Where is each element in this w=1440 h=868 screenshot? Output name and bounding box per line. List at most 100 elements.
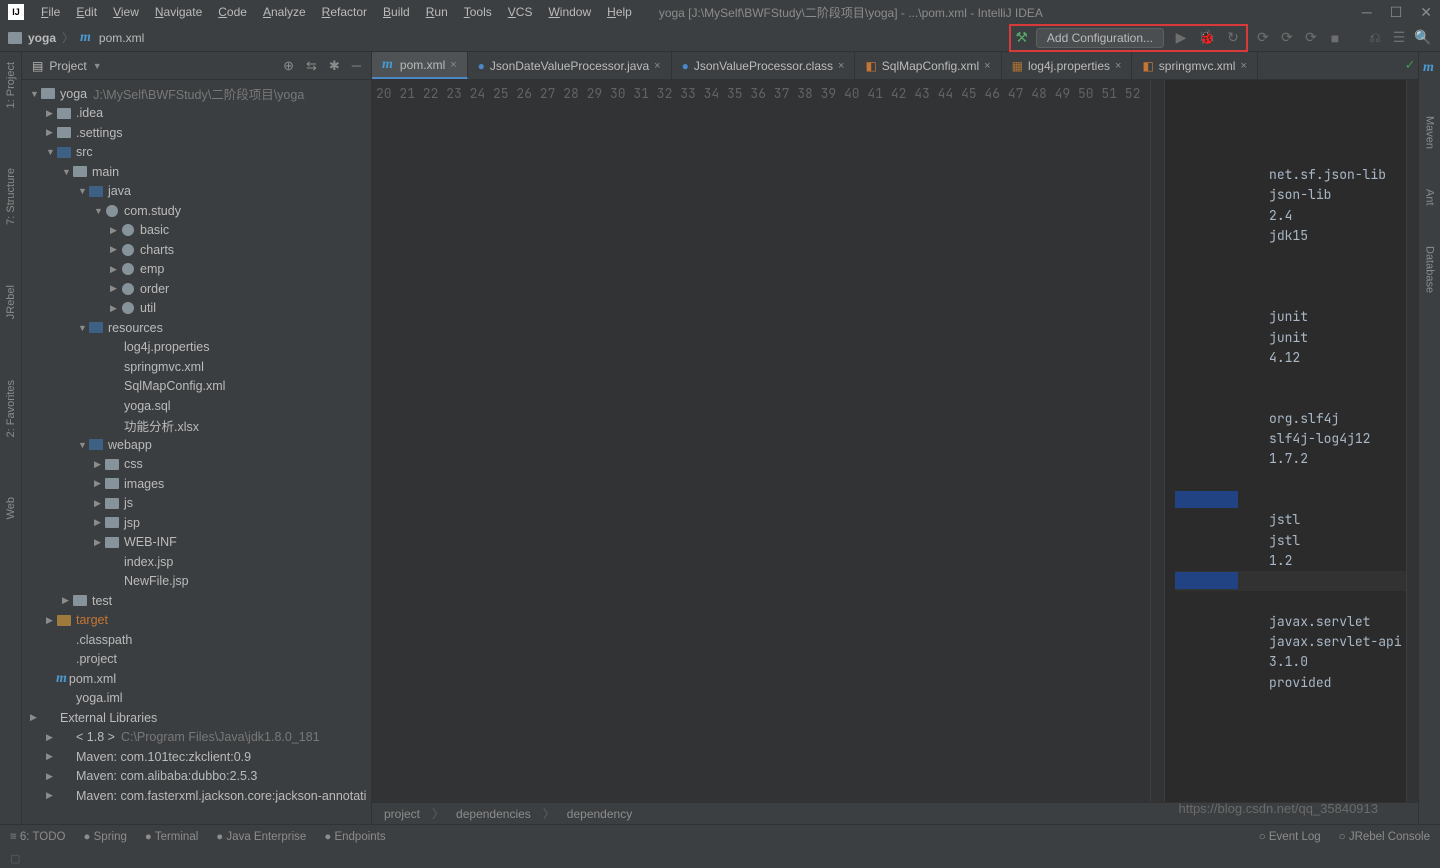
tree-item[interactable]: ▶.idea	[22, 104, 371, 124]
structure-tool-button[interactable]: 7: Structure	[5, 168, 17, 225]
tree-item[interactable]: index.jsp	[22, 552, 371, 572]
editor-tab[interactable]: ●JsonDateValueProcessor.java×	[468, 52, 672, 79]
tree-item[interactable]: ▶images	[22, 474, 371, 494]
tree-item[interactable]: ▶util	[22, 299, 371, 319]
tree-item[interactable]: ▼java	[22, 182, 371, 202]
project-view-icon[interactable]: ▤	[32, 59, 43, 73]
tree-item[interactable]: .classpath	[22, 630, 371, 650]
breadcrumb-file[interactable]: pom.xml	[99, 31, 144, 45]
tree-item[interactable]: .project	[22, 650, 371, 670]
tool-endpoints[interactable]: ● Endpoints	[324, 831, 385, 843]
tool-java enterprise[interactable]: ● Java Enterprise	[216, 831, 306, 843]
ant-tool-button[interactable]: Ant	[1424, 189, 1436, 206]
menu-build[interactable]: Build	[376, 3, 417, 21]
run-icon[interactable]: ▶	[1172, 29, 1190, 46]
code-editor[interactable]: 20 21 22 23 24 25 26 27 28 29 30 31 32 3…	[372, 80, 1418, 802]
status-event log[interactable]: ○ Event Log	[1259, 831, 1321, 843]
hide-icon[interactable]: ─	[352, 58, 361, 74]
settings-icon[interactable]: ✱	[329, 58, 340, 74]
tree-item[interactable]: SqlMapConfig.xml	[22, 377, 371, 397]
menu-refactor[interactable]: Refactor	[315, 3, 374, 21]
tree-item[interactable]: ▶order	[22, 279, 371, 299]
menu-view[interactable]: View	[106, 3, 146, 21]
menu-navigate[interactable]: Navigate	[148, 3, 209, 21]
tree-item[interactable]: ▶Maven: com.fasterxml.jackson.core:jacks…	[22, 786, 371, 806]
favorites-tool-button[interactable]: 2: Favorites	[5, 380, 17, 437]
editor-tab[interactable]: ●JsonValueProcessor.class×	[672, 52, 856, 79]
code-content[interactable]: net.sf.json-lib json-lib 2.4 jdk15 junit…	[1165, 80, 1406, 802]
close-tab-icon[interactable]: ×	[1240, 60, 1246, 72]
close-tab-icon[interactable]: ×	[838, 60, 844, 72]
project-tool-button[interactable]: 1: Project	[5, 62, 17, 108]
menu-edit[interactable]: Edit	[69, 3, 104, 21]
tree-item[interactable]: ▶css	[22, 455, 371, 475]
status-jrebel console[interactable]: ○ JRebel Console	[1339, 831, 1430, 843]
breadcrumb[interactable]: yoga 〉 m pom.xml	[8, 29, 144, 46]
crumb-dependencies[interactable]: dependencies	[456, 807, 531, 821]
tree-item[interactable]: ▶.settings	[22, 123, 371, 143]
menu-analyze[interactable]: Analyze	[256, 3, 313, 21]
tool-terminal[interactable]: ● Terminal	[145, 831, 198, 843]
error-stripe[interactable]: ✓	[1406, 80, 1418, 802]
maven-tool-button[interactable]: Maven	[1424, 116, 1436, 149]
collapse-icon[interactable]: ⇆	[306, 58, 317, 74]
tree-item[interactable]: ▶Maven: com.101tec:zkclient:0.9	[22, 747, 371, 767]
structure-icon[interactable]: ☰	[1390, 29, 1408, 46]
maximize-icon[interactable]: ☐	[1390, 4, 1403, 21]
panel-title[interactable]: Project	[49, 59, 86, 73]
menu-tools[interactable]: Tools	[457, 3, 499, 21]
close-icon[interactable]: ✕	[1420, 4, 1432, 21]
search-icon[interactable]: 🔍	[1414, 29, 1432, 46]
web-tool-button[interactable]: Web	[5, 497, 17, 519]
tree-item[interactable]: ▶basic	[22, 221, 371, 241]
crumb-project[interactable]: project	[384, 807, 420, 821]
tree-item[interactable]: yoga.iml	[22, 689, 371, 709]
status-icon[interactable]: ▢	[10, 852, 20, 865]
tree-item[interactable]: ▶jsp	[22, 513, 371, 533]
breadcrumb-root[interactable]: yoga	[28, 31, 56, 45]
tree-item[interactable]: ▶charts	[22, 240, 371, 260]
menu-window[interactable]: Window	[541, 3, 598, 21]
locate-icon[interactable]: ⊕	[283, 58, 294, 74]
editor-tab[interactable]: ◧springmvc.xml×	[1132, 52, 1257, 79]
close-tab-icon[interactable]: ×	[984, 60, 990, 72]
crumb-dependency[interactable]: dependency	[567, 807, 632, 821]
menu-file[interactable]: File	[34, 3, 67, 21]
close-tab-icon[interactable]: ×	[654, 60, 660, 72]
editor-tab[interactable]: ▦log4j.properties×	[1002, 52, 1133, 79]
tree-item[interactable]: ▼yogaJ:\MySelf\BWFStudy\二阶段项目\yoga	[22, 84, 371, 104]
tree-item[interactable]: springmvc.xml	[22, 357, 371, 377]
todo-button[interactable]: ≡ 6: TODO	[10, 831, 66, 843]
tree-item[interactable]: ▶test	[22, 591, 371, 611]
tree-item[interactable]: ▶Maven: com.alibaba:dubbo:2.5.3	[22, 767, 371, 787]
add-configuration-button[interactable]: Add Configuration...	[1036, 28, 1164, 48]
tree-item[interactable]: log4j.properties	[22, 338, 371, 358]
coverage-icon[interactable]: ↻	[1224, 29, 1242, 46]
tree-item[interactable]: ▶External Libraries	[22, 708, 371, 728]
tree-item[interactable]: NewFile.jsp	[22, 572, 371, 592]
maven-tool-icon[interactable]: m	[1423, 60, 1434, 76]
tree-item[interactable]: ▶emp	[22, 260, 371, 280]
toolbar-icon[interactable]: ⟳	[1278, 29, 1296, 46]
debug-icon[interactable]: 🐞	[1198, 29, 1216, 46]
jrebel-tool-button[interactable]: JRebel	[5, 285, 17, 319]
tree-item[interactable]: ▼webapp	[22, 435, 371, 455]
close-tab-icon[interactable]: ×	[1115, 60, 1121, 72]
fold-gutter[interactable]	[1151, 80, 1165, 802]
menu-vcs[interactable]: VCS	[501, 3, 540, 21]
stop-icon[interactable]: ■	[1326, 30, 1344, 46]
toolbar-icon[interactable]: ⟳	[1302, 29, 1320, 46]
tool-spring[interactable]: ● Spring	[84, 831, 127, 843]
tree-item[interactable]: ▶< 1.8 >C:\Program Files\Java\jdk1.8.0_1…	[22, 728, 371, 748]
toolbar-icon[interactable]: ⟳	[1254, 29, 1272, 46]
editor-tab[interactable]: ◧SqlMapConfig.xml×	[855, 52, 1001, 79]
minimize-icon[interactable]: ─	[1362, 4, 1372, 21]
tree-item[interactable]: 功能分析.xlsx	[22, 416, 371, 436]
tree-item[interactable]: ▼resources	[22, 318, 371, 338]
build-icon[interactable]: ⚒	[1015, 29, 1028, 46]
editor-tab[interactable]: mpom.xml×	[372, 52, 468, 79]
tree-item[interactable]: mpom.xml	[22, 669, 371, 689]
tree-item[interactable]: ▼com.study	[22, 201, 371, 221]
close-tab-icon[interactable]: ×	[450, 59, 456, 71]
menu-help[interactable]: Help	[600, 3, 639, 21]
